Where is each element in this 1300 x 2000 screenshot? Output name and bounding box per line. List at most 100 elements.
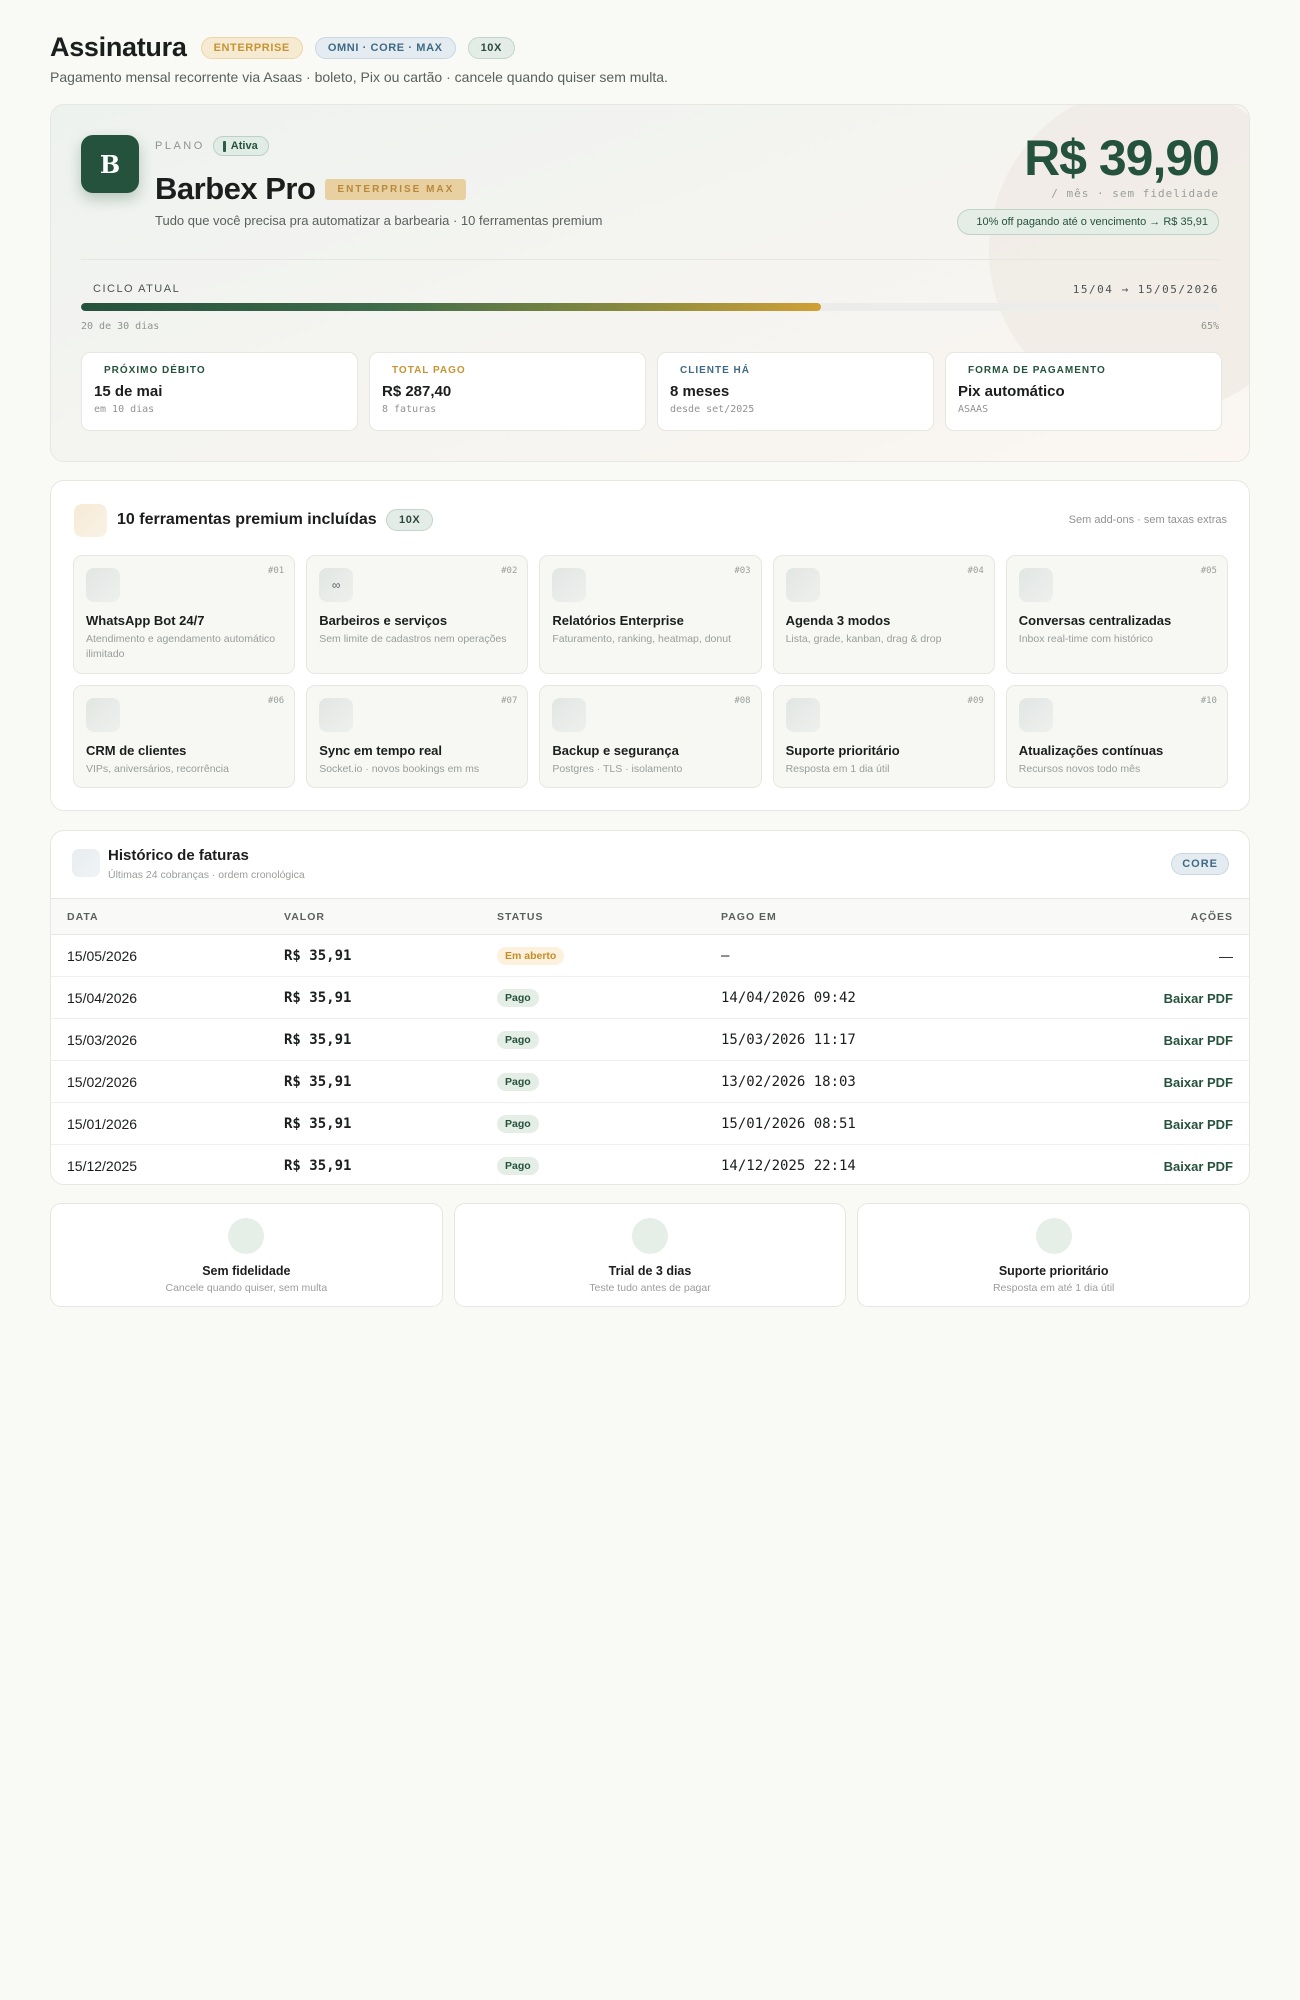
invoice-status-cell: Pago <box>497 1060 721 1103</box>
invoice-amount: R$ 35,91 <box>284 1018 497 1061</box>
download-pdf-link[interactable]: Baixar PDF <box>1164 991 1233 1006</box>
status-badge: Pago <box>497 989 539 1007</box>
invoice-actions: Baixar PDF <box>1021 1144 1249 1184</box>
stat-sub: 8 faturas <box>382 404 437 415</box>
stats-row: PRÓXIMO DÉBITO 15 de mai em 10 dias TOTA… <box>81 352 1222 431</box>
tool-name: Conversas centralizadas <box>1018 613 1172 628</box>
tool-card: ∞ #02 Barbeiros e serviços Sem limite de ca… <box>306 555 529 674</box>
stat-sub: em 10 dias <box>94 404 155 415</box>
status-badge: Em aberto <box>497 947 565 965</box>
invoice-subtitle: Últimas 24 cobranças · ordem cronológica <box>108 869 305 881</box>
plan-name-row: Barbex Pro ENTERPRISE MAX <box>155 171 467 207</box>
cycle-label: CICLO ATUAL <box>93 283 181 295</box>
invoice-amount: R$ 35,91 <box>284 934 497 977</box>
status-dot-icon <box>222 140 226 152</box>
tool-description: Inbox real-time com histórico <box>1018 633 1154 645</box>
plan-price: R$ 39,90 <box>1024 130 1220 186</box>
tool-card: #10 Atualizações contínuas Recursos novos … <box>1005 685 1228 788</box>
invoice-date: 15/04/2026 <box>51 976 284 1019</box>
stat-value: R$ 287,40 <box>382 383 452 400</box>
download-pdf-link[interactable]: Baixar PDF <box>1164 1075 1233 1090</box>
tool-icon <box>319 698 354 732</box>
stat-value: Pix automático <box>958 383 1065 400</box>
features-row: Sem fidelidade Cancele quando quiser, sem… <box>50 1203 1251 1307</box>
tool-card: #05 Conversas centralizadas Inbox real-tim… <box>1005 555 1228 674</box>
price-note: / mês · sem fidelidade <box>1051 187 1219 200</box>
stat-total-paid: TOTAL PAGO R$ 287,40 8 faturas <box>369 352 646 431</box>
tool-name: Agenda 3 modos <box>785 613 891 628</box>
divider <box>81 259 1219 260</box>
invoice-actions: — <box>1021 934 1249 977</box>
invoice-icon <box>72 849 100 877</box>
invoice-actions: Baixar PDF <box>1021 976 1249 1019</box>
tool-name: Relatórios Enterprise <box>552 613 684 628</box>
no-action: — <box>1219 947 1233 964</box>
table-row: 15/12/2025 R$ 35,91 Pago 14/12/2025 22:14 Ba… <box>51 1144 1249 1184</box>
tool-name: WhatsApp Bot 24/7 <box>86 613 205 628</box>
tool-number: #07 <box>501 696 518 706</box>
tool-icon <box>1018 698 1053 732</box>
tool-number: #05 <box>1200 566 1217 576</box>
feature-subtitle: Teste tudo antes de pagar <box>589 1282 711 1294</box>
invoice-status-cell: Em aberto <box>497 934 721 977</box>
tool-card: #07 Sync em tempo real Socket.io · novos b… <box>306 685 529 788</box>
tools-title: 10 ferramentas premium incluídas <box>117 511 377 528</box>
stat-next-debit: PRÓXIMO DÉBITO 15 de mai em 10 dias <box>81 352 358 431</box>
tool-number: #10 <box>1200 696 1217 706</box>
invoice-actions: Baixar PDF <box>1021 1102 1249 1145</box>
table-row: 15/04/2026 R$ 35,91 Pago 14/04/2026 09:42 Ba… <box>51 976 1249 1019</box>
invoice-status-cell: Pago <box>497 1018 721 1061</box>
invoice-table: DATA VALOR STATUS PAGO EM AÇÕES 15/05/20… <box>51 898 1249 1184</box>
tool-icon <box>785 698 820 732</box>
stat-label: FORMA DE PAGAMENTO <box>968 365 1106 376</box>
tier-badge: ENTERPRISE MAX <box>325 178 467 200</box>
stat-sub: ASAAS <box>958 404 989 415</box>
discount-badge: 10% off pagando até o vencimento → R$ 35… <box>957 209 1219 235</box>
invoice-amount: R$ 35,91 <box>284 1060 497 1103</box>
stat-label: TOTAL PAGO <box>392 365 466 376</box>
premium-tools-card: 10 ferramentas premium incluídas 10X Sem… <box>50 480 1250 811</box>
tool-description: VIPs, aniversários, recorrência <box>86 763 229 775</box>
plan-name: Barbex Pro <box>155 171 316 206</box>
tool-description: Socket.io · novos bookings em ms <box>319 763 480 775</box>
invoice-history-card: Histórico de faturas Últimas 24 cobrança… <box>50 830 1250 1185</box>
column-header-value: VALOR <box>284 898 497 935</box>
tools-note: Sem add-ons · sem taxas extras <box>1068 514 1227 526</box>
tool-description: Postgres · TLS · isolamento <box>552 763 683 775</box>
table-row: 15/03/2026 R$ 35,91 Pago 15/03/2026 11:17 Ba… <box>51 1018 1249 1061</box>
plan-logo: B <box>81 135 139 193</box>
tool-description: Resposta em 1 dia útil <box>785 763 890 775</box>
table-row: 15/02/2026 R$ 35,91 Pago 13/02/2026 18:03 Ba… <box>51 1060 1249 1103</box>
invoice-paid-at: 14/04/2026 09:42 <box>721 976 1021 1019</box>
feature-card: Suporte prioritário Resposta em até 1 dia… <box>857 1203 1251 1307</box>
download-pdf-link[interactable]: Baixar PDF <box>1164 1033 1233 1048</box>
cycle-progress-fill <box>81 303 821 311</box>
tool-description: Lista, grade, kanban, drag & drop <box>785 633 942 645</box>
feature-icon <box>1035 1218 1072 1254</box>
download-pdf-link[interactable]: Baixar PDF <box>1164 1117 1233 1132</box>
plan-description: Tudo que você precisa pra automatizar a … <box>155 213 603 228</box>
invoice-title: Histórico de faturas <box>108 847 249 864</box>
cycle-dates: 15/04 → 15/05/2026 <box>1072 283 1219 296</box>
plan-label-row: PLANO Ativa <box>155 136 269 156</box>
download-pdf-link[interactable]: Baixar PDF <box>1164 1159 1233 1174</box>
status-badge: Pago <box>497 1115 539 1133</box>
invoice-amount: R$ 35,91 <box>284 1144 497 1184</box>
invoice-paid-at: – <box>721 934 1021 977</box>
tool-number: #04 <box>967 566 984 576</box>
tool-card: #03 Relatórios Enterprise Faturamento, ran… <box>539 555 762 674</box>
tool-name: CRM de clientes <box>86 743 187 758</box>
plan-label: PLANO <box>155 140 205 152</box>
tool-description: Faturamento, ranking, heatmap, donut <box>552 633 731 645</box>
invoice-amount: R$ 35,91 <box>284 1102 497 1145</box>
tool-icon <box>552 698 587 732</box>
enterprise-badge: ENTERPRISE <box>200 36 303 59</box>
tool-card: #09 Suporte prioritário Resposta em 1 dia … <box>772 685 995 788</box>
stat-customer-since: CLIENTE HÁ 8 meses desde set/2025 <box>657 352 934 431</box>
table-row: 15/01/2026 R$ 35,91 Pago 15/01/2026 08:51 Ba… <box>51 1102 1249 1145</box>
invoice-actions: Baixar PDF <box>1021 1018 1249 1061</box>
invoice-actions: Baixar PDF <box>1021 1060 1249 1103</box>
tool-name: Suporte prioritário <box>785 743 900 758</box>
status-badge: Pago <box>497 1073 539 1091</box>
page-header: Assinatura ENTERPRISE OMNI · CORE · MAX … <box>50 32 1250 85</box>
